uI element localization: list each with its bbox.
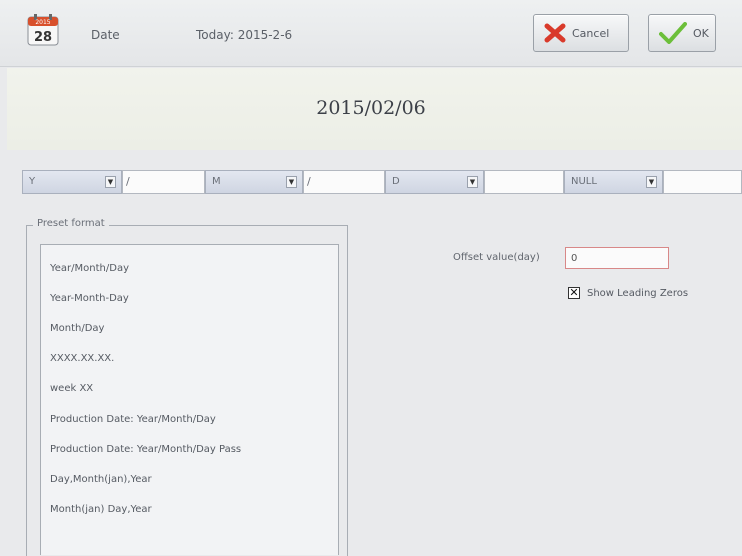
- list-item[interactable]: XXXX.XX.XX.: [50, 353, 114, 364]
- offset-input[interactable]: [565, 247, 669, 269]
- dialog-header: 2015 28 Date Today: 2015-2-6 Cancel OK: [0, 0, 742, 67]
- checkbox-x-icon: ✕: [569, 286, 579, 299]
- calendar-icon: 2015 28: [27, 14, 59, 46]
- checkmark-icon: [659, 22, 687, 44]
- list-item[interactable]: Year/Month/Day: [50, 263, 129, 274]
- year-select-value: Y: [29, 176, 36, 187]
- separator-input-1[interactable]: /: [122, 170, 205, 194]
- day-select-value: D: [392, 176, 400, 187]
- list-item[interactable]: Year-Month-Day: [50, 293, 129, 304]
- calendar-month: 2015: [35, 19, 50, 26]
- format-builder-row: Y ▼ / M ▼ / D ▼ NULL ▼: [0, 170, 742, 196]
- chevron-down-icon: ▼: [105, 176, 116, 188]
- month-select-value: M: [212, 176, 221, 187]
- separator-input-4[interactable]: [663, 170, 742, 194]
- dialog-title: Date: [91, 28, 120, 42]
- list-item[interactable]: week XX: [50, 383, 93, 394]
- cancel-x-icon: [544, 23, 566, 43]
- list-item[interactable]: Month(jan) Day,Year: [50, 504, 152, 515]
- extra-select-value: NULL: [571, 176, 597, 187]
- offset-label: Offset value(day): [453, 252, 540, 263]
- extra-select[interactable]: NULL ▼: [564, 170, 663, 194]
- preset-format-label: Preset format: [33, 218, 109, 229]
- calendar-day: 28: [34, 30, 52, 45]
- separator-input-2[interactable]: /: [303, 170, 385, 194]
- cancel-button[interactable]: Cancel: [533, 14, 629, 52]
- leading-zeros-checkbox[interactable]: ✕: [568, 287, 580, 299]
- ok-button-label: OK: [693, 26, 709, 40]
- separator-input-3[interactable]: [484, 170, 564, 194]
- cancel-button-label: Cancel: [572, 26, 610, 40]
- today-label: Today: 2015-2-6: [196, 28, 293, 42]
- leading-zeros-label: Show Leading Zeros: [587, 288, 689, 299]
- chevron-down-icon: ▼: [286, 176, 297, 188]
- list-item[interactable]: Day,Month(jan),Year: [50, 474, 152, 485]
- list-item[interactable]: Production Date: Year/Month/Day Pass: [50, 444, 241, 455]
- day-select[interactable]: D ▼: [385, 170, 484, 194]
- month-select[interactable]: M ▼: [205, 170, 303, 194]
- list-item[interactable]: Production Date: Year/Month/Day: [50, 414, 216, 425]
- chevron-down-icon: ▼: [646, 176, 657, 188]
- preset-format-list[interactable]: Year/Month/Day Year-Month-Day Month/Day …: [40, 244, 339, 555]
- year-select[interactable]: Y ▼: [22, 170, 122, 194]
- ok-button[interactable]: OK: [648, 14, 716, 52]
- chevron-down-icon: ▼: [467, 176, 478, 188]
- list-item[interactable]: Month/Day: [50, 323, 104, 334]
- date-preview: 2015/02/06: [316, 97, 426, 119]
